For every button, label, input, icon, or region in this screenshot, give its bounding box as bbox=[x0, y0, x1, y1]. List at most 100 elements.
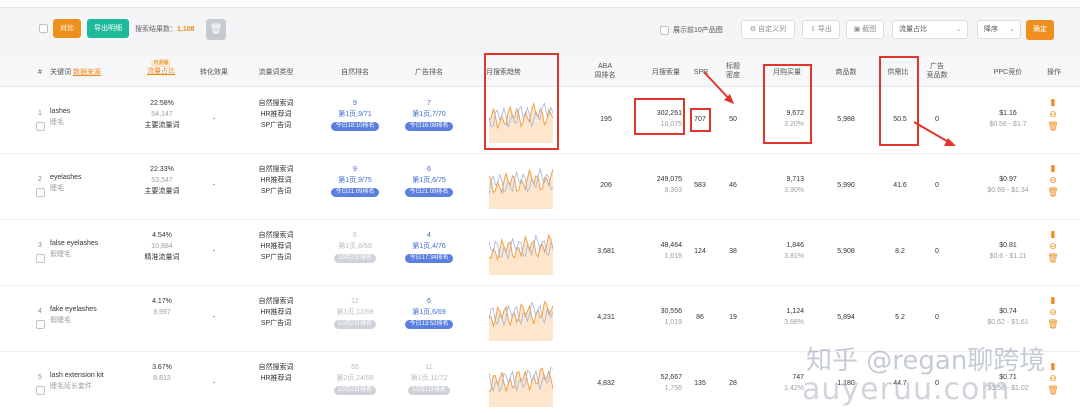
organic-page: 第1页,9/71 bbox=[338, 111, 372, 118]
trash-icon[interactable]: 🗑 bbox=[1047, 253, 1058, 263]
watermark: 知乎 @regan聊跨境 auyeruu.com bbox=[800, 342, 1080, 414]
minus-circle-icon[interactable]: ⊖ bbox=[1049, 241, 1057, 251]
monthly-search-cell: 249,075 8,303 bbox=[636, 174, 682, 196]
header-conversion: 转化效果 bbox=[200, 69, 228, 76]
bar-chart-icon[interactable]: ▮ bbox=[1051, 163, 1056, 173]
custom-columns-button[interactable]: ⚙ 自定义列 bbox=[741, 20, 795, 39]
monthly-trend-sparkline[interactable] bbox=[489, 163, 553, 211]
ad-rank-cell[interactable]: 7 第1页,7/70 今日16:08排名 bbox=[396, 98, 462, 131]
ad-rank-cell[interactable]: 6 第1页,6/75 今日21:09排名 bbox=[396, 164, 462, 197]
ad-rank-cell[interactable]: 6 第1页,6/69 今日13:52排名 bbox=[396, 296, 462, 329]
organic-rank-cell[interactable]: 9 第1页,9/71 今日18:10排名 bbox=[322, 98, 388, 131]
ppc-cell: $0.97 $0.69 - $1.34 bbox=[976, 174, 1040, 196]
highlight-trend-box bbox=[484, 53, 559, 150]
header-aba-line1: ABA bbox=[597, 63, 612, 70]
traffic-type-2: HR推荐词 bbox=[260, 111, 292, 118]
confirm-button[interactable]: 确定 bbox=[1026, 20, 1054, 40]
header-ad-rank: 广告排名 bbox=[415, 69, 443, 76]
title-density: 46 bbox=[729, 182, 737, 189]
header-organic-rank: 自然排名 bbox=[341, 69, 369, 76]
monthly-trend-sparkline[interactable] bbox=[489, 361, 553, 409]
row-checkbox[interactable] bbox=[36, 188, 45, 197]
traffic-type-2: HR推荐词 bbox=[260, 375, 292, 382]
delete-button[interactable]: 🗑 bbox=[206, 19, 226, 40]
bar-chart-icon[interactable]: ▮ bbox=[1051, 295, 1056, 305]
monthly-trend-sparkline[interactable] bbox=[489, 229, 553, 277]
table-row[interactable]: 2 eyelashes 睫毛 22.33% 53,547 主要流量词 - 自然搜索… bbox=[0, 154, 1080, 220]
keyword-text[interactable]: eyelashes bbox=[50, 174, 82, 181]
ad-rank-time: 今日17:34排名 bbox=[405, 254, 453, 263]
bar-chart-icon[interactable]: ▮ bbox=[1051, 97, 1056, 107]
top10-checkbox[interactable] bbox=[660, 25, 669, 35]
keyword-text[interactable]: fake eyelashes bbox=[50, 306, 97, 313]
monthly-trend-sparkline[interactable] bbox=[489, 295, 553, 343]
trash-icon[interactable]: 🗑 bbox=[1047, 319, 1058, 329]
header-traffic-type: 流量词类型 bbox=[258, 69, 294, 76]
minus-circle-icon[interactable]: ⊖ bbox=[1049, 175, 1057, 185]
keyword-text[interactable]: lashes bbox=[50, 108, 70, 115]
keyword-translation: 假睫毛 bbox=[50, 251, 71, 258]
sort-order-value: 降序 bbox=[984, 26, 998, 33]
sort-order-select[interactable]: 降序 ⌄ bbox=[977, 20, 1021, 39]
select-all-checkbox[interactable] bbox=[39, 24, 48, 33]
sort-field-value: 流量占比 bbox=[899, 26, 927, 33]
ad-product-count: 0 bbox=[935, 314, 939, 321]
product-count: 5,894 bbox=[837, 314, 855, 321]
row-index: 4 bbox=[38, 308, 42, 315]
toolbar: 对比 导出明细 搜索结果数：1,108 🗑 展示前10产品图 ⚙ 自定义列 ⇩ … bbox=[0, 0, 1080, 56]
row-checkbox[interactable] bbox=[36, 320, 45, 329]
title-density: 38 bbox=[729, 248, 737, 255]
monthly-search-daily: 1,615 bbox=[664, 253, 682, 260]
keyword-text[interactable]: false eyelashes bbox=[50, 240, 98, 247]
aba-rank: 4,832 bbox=[597, 380, 615, 387]
header-traffic-share[interactable]: 内测版 流量占比 bbox=[136, 58, 186, 76]
ad-rank-cell[interactable]: 11 第1页,11/72 10月1日排名 bbox=[396, 362, 462, 395]
export-button[interactable]: ⇩ 导出 bbox=[802, 20, 840, 39]
compare-button[interactable]: 对比 bbox=[53, 19, 81, 38]
organic-rank-time: 10月2日排名 bbox=[333, 386, 376, 395]
share-count: 10,884 bbox=[151, 243, 173, 250]
traffic-type-2: HR推荐词 bbox=[260, 177, 292, 184]
spr-value: 583 bbox=[694, 182, 706, 189]
organic-rank-cell[interactable]: 9 第1页,9/75 今日21:09排名 bbox=[322, 164, 388, 197]
minus-circle-icon[interactable]: ⊖ bbox=[1049, 109, 1057, 119]
row-checkbox[interactable] bbox=[36, 254, 45, 263]
result-count: 搜索结果数：1,108 bbox=[135, 24, 195, 34]
row-checkbox[interactable] bbox=[36, 122, 45, 131]
arrow-spr bbox=[703, 71, 734, 104]
traffic-type-3: SP广告词 bbox=[260, 254, 292, 261]
product-count: 5,908 bbox=[837, 248, 855, 255]
row-checkbox[interactable] bbox=[36, 386, 45, 395]
screenshot-button[interactable]: ▣ 截图 bbox=[846, 20, 884, 39]
chevron-down-icon: ⌄ bbox=[956, 26, 962, 33]
monthly-search-daily: 1,019 bbox=[664, 319, 682, 326]
minus-circle-icon[interactable]: ⊖ bbox=[1049, 307, 1057, 317]
table-row[interactable]: 3 false eyelashes 假睫毛 4.54% 10,884 精准流量词 … bbox=[0, 220, 1080, 286]
traffic-type-cell: 自然搜索词 HR推荐词 SP广告词 bbox=[248, 164, 304, 197]
data-source-link[interactable]: 数据来源 bbox=[73, 69, 101, 76]
trash-icon[interactable]: 🗑 bbox=[1047, 121, 1058, 131]
result-label: 搜索结果数： bbox=[135, 26, 177, 33]
monthly-search-cell: 52,667 1,756 bbox=[636, 372, 682, 394]
organic-rank-cell[interactable]: 6 第1页,6/69 10月2日排名 bbox=[322, 230, 388, 263]
aba-rank: 195 bbox=[600, 116, 612, 123]
header-action: 操作 bbox=[1047, 69, 1061, 76]
share-percent: 4.17% bbox=[152, 298, 172, 305]
traffic-type-3: SP广告词 bbox=[260, 320, 292, 327]
bar-chart-icon[interactable]: ▮ bbox=[1051, 229, 1056, 239]
organic-page: 第1页,6/69 bbox=[338, 243, 372, 250]
toolbar-top-strip bbox=[0, 0, 1080, 8]
ad-rank-cell[interactable]: 4 第1页,4/76 今日17:34排名 bbox=[396, 230, 462, 263]
keyword-text[interactable]: lash extension kit bbox=[50, 372, 104, 379]
organic-rank-time: 10月2日排名 bbox=[333, 320, 376, 329]
sort-field-select[interactable]: 流量占比 ⌄ bbox=[892, 20, 968, 39]
monthly-purchase-cell: 1,846 3.81% bbox=[764, 240, 804, 262]
organic-rank-cell[interactable]: 12 第1页,12/69 10月2日排名 bbox=[322, 296, 388, 329]
title-density: 19 bbox=[729, 314, 737, 321]
top10-toggle[interactable]: 展示前10产品图 bbox=[660, 25, 723, 35]
trash-icon[interactable]: 🗑 bbox=[1047, 187, 1058, 197]
organic-rank-cell[interactable]: 65 第2页,24/68 10月2日排名 bbox=[322, 362, 388, 395]
export-detail-button[interactable]: 导出明细 bbox=[87, 19, 129, 38]
organic-rank-time: 今日21:09排名 bbox=[331, 188, 379, 197]
traffic-share-sort[interactable]: 流量占比 bbox=[147, 68, 175, 75]
